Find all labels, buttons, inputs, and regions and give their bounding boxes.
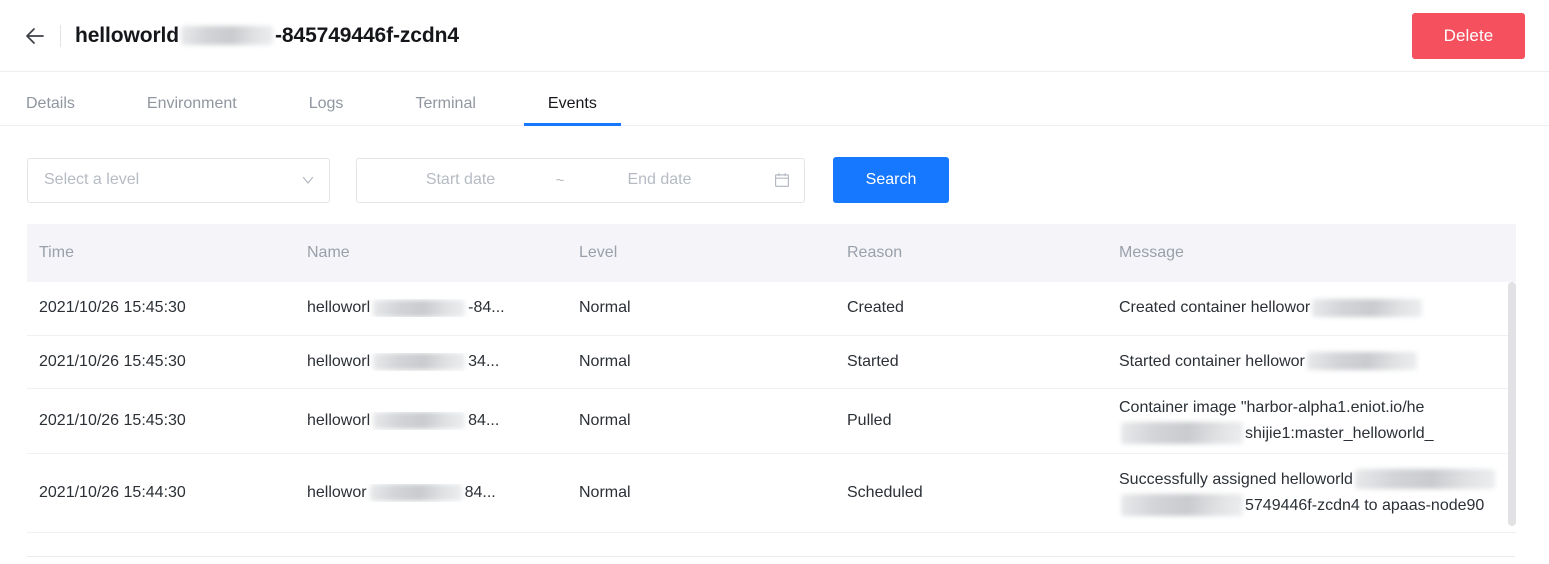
redacted-name-segment: [373, 412, 466, 429]
redacted-name-segment: [369, 484, 462, 501]
cell-reason: Pulled: [835, 388, 1107, 454]
header-divider: [60, 24, 61, 47]
table-bottom-divider: [27, 556, 1515, 557]
column-header-level[interactable]: Level: [567, 224, 835, 282]
events-table-container: Time Name Level Reason Message 2021/10/2…: [27, 224, 1516, 554]
redacted-name-segment: [373, 353, 466, 370]
cell-time: 2021/10/26 15:44:30: [27, 453, 295, 533]
message-text: Successfully assigned helloworld: [1119, 470, 1353, 488]
cell-name: helloworl 34...: [295, 335, 567, 389]
events-table-body: 2021/10/26 15:45:30 helloworl -84... Nor…: [27, 282, 1516, 533]
vertical-scrollbar[interactable]: [1508, 282, 1516, 554]
date-range-picker[interactable]: Start date ~ End date: [356, 157, 805, 203]
redacted-message-segment: [1121, 494, 1243, 517]
start-date-input[interactable]: Start date: [373, 171, 548, 189]
page-title-suffix: -845749446f-zcdn4: [275, 23, 459, 47]
cell-level: Normal: [567, 453, 835, 533]
cell-name-suffix: 84...: [468, 411, 500, 429]
page-header: helloworld -845749446f-zcdn4 Delete: [0, 0, 1549, 72]
cell-level: Normal: [567, 282, 835, 336]
cell-time: 2021/10/26 15:45:30: [27, 282, 295, 336]
search-button[interactable]: Search: [833, 157, 949, 203]
cell-name: helloworl -84...: [295, 282, 567, 336]
cell-name-suffix: -84...: [468, 299, 505, 317]
cell-name-suffix: 34...: [468, 352, 500, 370]
redacted-message-segment: [1306, 352, 1417, 371]
redacted-name-segment: [373, 299, 466, 317]
cell-name: hellowor 84...: [295, 453, 567, 533]
cell-name-prefix: hellowor: [307, 483, 367, 501]
calendar-icon: [774, 172, 790, 188]
table-row[interactable]: 2021/10/26 15:45:30 helloworl -84... Nor…: [27, 282, 1516, 336]
filter-bar: Select a level Start date ~ End date Sea…: [0, 126, 1549, 210]
page-title-prefix: helloworld: [75, 23, 180, 47]
end-date-input[interactable]: End date: [572, 171, 747, 189]
column-header-message[interactable]: Message: [1107, 224, 1516, 282]
redacted-message-segment: [1121, 422, 1243, 445]
tab-bar: Details Environment Logs Terminal Events: [0, 72, 1549, 126]
redacted-message-segment: [1312, 299, 1423, 318]
cell-name-suffix: 84...: [464, 483, 496, 501]
column-header-reason[interactable]: Reason: [835, 224, 1107, 282]
cell-message: Created container hellowor: [1107, 282, 1516, 336]
cell-reason: Scheduled: [835, 453, 1107, 533]
tab-terminal[interactable]: Terminal: [415, 95, 475, 125]
column-header-name[interactable]: Name: [295, 224, 567, 282]
events-table-head: Time Name Level Reason Message: [27, 224, 1516, 282]
message-line: Successfully assigned helloworld: [1119, 467, 1516, 493]
date-range-separator: ~: [555, 171, 565, 189]
tab-environment[interactable]: Environment: [147, 95, 237, 125]
tab-details[interactable]: Details: [26, 95, 75, 125]
cell-level: Normal: [567, 388, 835, 454]
message-line: shijie1:master_helloworld_: [1119, 421, 1516, 447]
redacted-title-segment: [181, 26, 274, 45]
chevron-down-icon: [301, 173, 315, 187]
tab-logs[interactable]: Logs: [309, 95, 344, 125]
message-line: Created container hellowor: [1119, 295, 1516, 321]
cell-message: Successfully assigned helloworld 5749446…: [1107, 453, 1516, 533]
level-select-placeholder: Select a level: [44, 171, 140, 188]
message-text: 5749446f-zcdn4 to apaas-node90: [1245, 496, 1485, 514]
page-title: helloworld -845749446f-zcdn4: [75, 24, 459, 48]
message-line: Started container hellowor: [1119, 349, 1516, 375]
cell-message: Started container hellowor: [1107, 335, 1516, 389]
message-text: Container image "harbor-alpha1.eniot.io/…: [1119, 398, 1425, 416]
level-select[interactable]: Select a level: [27, 157, 330, 203]
arrow-left-icon[interactable]: [22, 23, 48, 49]
table-row[interactable]: 2021/10/26 15:45:30 helloworl 34... Norm…: [27, 335, 1516, 389]
column-header-time[interactable]: Time: [27, 224, 295, 282]
cell-reason: Started: [835, 335, 1107, 389]
cell-name-prefix: helloworl: [307, 411, 371, 429]
tab-events[interactable]: Events: [523, 95, 621, 126]
vertical-scrollbar-thumb[interactable]: [1508, 282, 1516, 526]
message-text: shijie1:master_helloworld_: [1245, 424, 1434, 442]
cell-name: helloworl 84...: [295, 388, 567, 454]
cell-message: Container image "harbor-alpha1.eniot.io/…: [1107, 388, 1516, 454]
cell-reason: Created: [835, 282, 1107, 336]
table-row[interactable]: 2021/10/26 15:44:30 hellowor 84... Norma…: [27, 453, 1516, 533]
message-line: Container image "harbor-alpha1.eniot.io/…: [1119, 395, 1516, 421]
events-table: Time Name Level Reason Message 2021/10/2…: [27, 224, 1516, 533]
cell-name-prefix: helloworl: [307, 352, 371, 370]
cell-level: Normal: [567, 335, 835, 389]
cell-name-prefix: helloworl: [307, 299, 371, 317]
message-text: Started container hellowor: [1119, 352, 1305, 370]
cell-time: 2021/10/26 15:45:30: [27, 388, 295, 454]
message-text: Created container hellowor: [1119, 299, 1311, 317]
table-header-row: Time Name Level Reason Message: [27, 224, 1516, 282]
table-row[interactable]: 2021/10/26 15:45:30 helloworl 84... Norm…: [27, 388, 1516, 454]
cell-time: 2021/10/26 15:45:30: [27, 335, 295, 389]
delete-button[interactable]: Delete: [1412, 13, 1525, 59]
redacted-message-segment: [1354, 469, 1495, 490]
message-line: 5749446f-zcdn4 to apaas-node90: [1119, 493, 1516, 519]
